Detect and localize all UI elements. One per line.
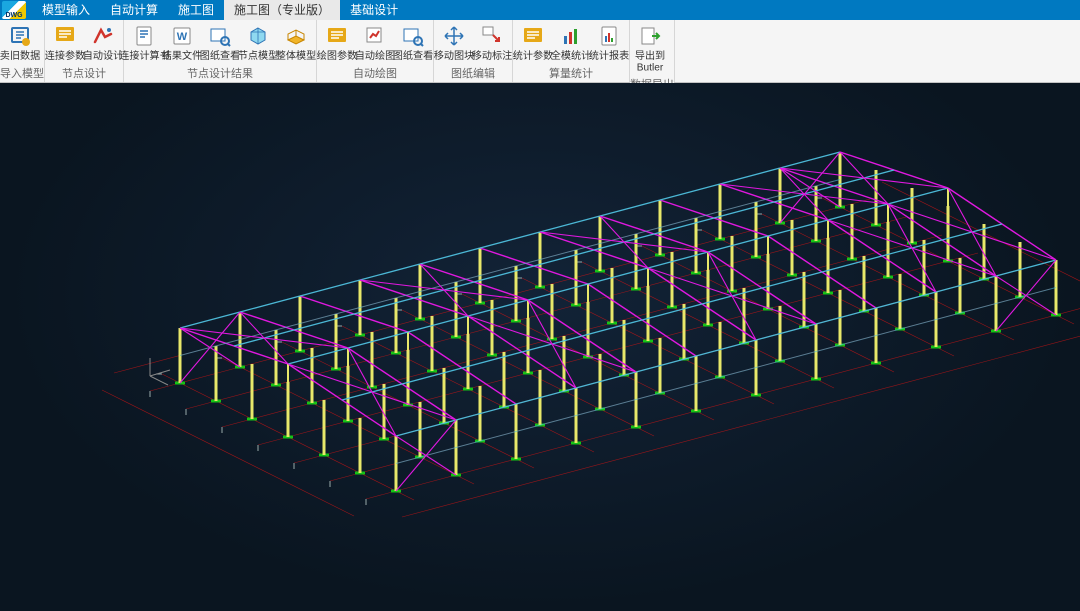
btn-label: 结果文件	[162, 50, 202, 61]
ribbon-group-node-design: 连接参数 自动设计 节点设计	[45, 20, 124, 82]
whole-model-icon	[283, 23, 309, 49]
stat-report-icon	[596, 23, 622, 49]
btn-label: 图纸查看	[200, 50, 240, 61]
menu-auto-calc[interactable]: 自动计算	[100, 0, 168, 20]
ribbon-group-node-result: 连接计算书 W 结果文件 图纸查看 节点模型 整体模型 节点设计结果	[124, 20, 317, 82]
btn-label: 自动设计	[83, 50, 123, 61]
drawing-view2-icon	[400, 23, 426, 49]
full-stat-icon	[558, 23, 584, 49]
btn-label: 整体模型	[276, 50, 316, 61]
btn-label: 全模统计	[551, 50, 591, 61]
btn-import-data[interactable]: 卖旧数据	[1, 22, 39, 63]
btn-draw-params[interactable]: 绘图参数	[318, 22, 356, 63]
btn-label: 自动绘图	[355, 50, 395, 61]
model-viewport-3d[interactable]	[0, 83, 1080, 611]
stat-params-icon	[520, 23, 546, 49]
drawing-view-icon	[207, 23, 233, 49]
btn-auto-draw[interactable]: 自动绘图	[356, 22, 394, 63]
ribbon-group-title: 自动绘图	[317, 64, 433, 82]
btn-move-label[interactable]: 移动标注	[473, 22, 511, 63]
btn-label: 图纸查看	[393, 50, 433, 61]
ribbon-group-stats: 统计参数 全模统计 统计报表 算量统计	[513, 20, 630, 82]
ribbon-group-title: 导入模型	[0, 64, 44, 82]
btn-label: 绘图参数	[317, 50, 357, 61]
btn-move-block[interactable]: 移动图块	[435, 22, 473, 63]
btn-export-butler[interactable]: 导出到 Butler	[631, 22, 669, 75]
ribbon-group-title: 图纸编辑	[434, 64, 512, 82]
export-icon	[637, 23, 663, 49]
btn-auto-design[interactable]: 自动设计	[84, 22, 122, 63]
btn-stat-params[interactable]: 统计参数	[514, 22, 552, 63]
btn-result-file[interactable]: W 结果文件	[163, 22, 201, 63]
btn-node-model[interactable]: 节点模型	[239, 22, 277, 63]
result-file-icon: W	[169, 23, 195, 49]
btn-label: 导出到 Butler	[632, 51, 669, 73]
btn-full-stat[interactable]: 全模统计	[552, 22, 590, 63]
menu-construction-drawing[interactable]: 施工图	[168, 0, 224, 20]
svg-text:W: W	[177, 31, 188, 43]
import-data-icon	[7, 23, 33, 49]
move-block-icon	[441, 23, 467, 49]
btn-calc-sheet[interactable]: 连接计算书	[125, 22, 163, 63]
btn-stat-report[interactable]: 统计报表	[590, 22, 628, 63]
menu-model-input[interactable]: 模型输入	[32, 0, 100, 20]
btn-label: 统计参数	[513, 50, 553, 61]
auto-design-icon	[90, 23, 116, 49]
btn-label: 连接参数	[45, 50, 85, 61]
app-logo-icon: DWG	[2, 1, 26, 19]
node-model-icon	[245, 23, 271, 49]
menubar: DWG 模型输入 自动计算 施工图 施工图（专业版） 基础设计	[0, 0, 1080, 20]
ribbon: 卖旧数据 导入模型 连接参数 自动设计 节点设计 连接计算书 W 结果	[0, 20, 1080, 83]
ribbon-group-auto-draw: 绘图参数 自动绘图 图纸查看 自动绘图	[317, 20, 434, 82]
draw-params-icon	[324, 23, 350, 49]
btn-drawing-view[interactable]: 图纸查看	[201, 22, 239, 63]
ribbon-group-drawing-edit: 移动图块 移动标注 图纸编辑	[434, 20, 513, 82]
btn-label: 卖旧数据	[0, 50, 40, 61]
ribbon-group-title: 节点设计	[45, 64, 123, 82]
auto-draw-icon	[362, 23, 388, 49]
btn-link-params[interactable]: 连接参数	[46, 22, 84, 63]
btn-whole-model[interactable]: 整体模型	[277, 22, 315, 63]
btn-label: 统计报表	[589, 50, 629, 61]
btn-drawing-view2[interactable]: 图纸查看	[394, 22, 432, 63]
link-params-icon	[52, 23, 78, 49]
btn-label: 移动标注	[472, 50, 512, 61]
ribbon-group-export: 导出到 Butler 数据导出	[630, 20, 675, 82]
btn-label: 节点模型	[238, 50, 278, 61]
ribbon-group-title: 算量统计	[513, 64, 629, 82]
menu-foundation-design[interactable]: 基础设计	[340, 0, 408, 20]
move-label-icon	[479, 23, 505, 49]
btn-label: 移动图块	[434, 50, 474, 61]
ribbon-group-title: 节点设计结果	[124, 64, 316, 82]
ribbon-group-import: 卖旧数据 导入模型	[0, 20, 45, 82]
calc-sheet-icon	[131, 23, 157, 49]
menu-construction-drawing-pro[interactable]: 施工图（专业版）	[224, 0, 340, 20]
